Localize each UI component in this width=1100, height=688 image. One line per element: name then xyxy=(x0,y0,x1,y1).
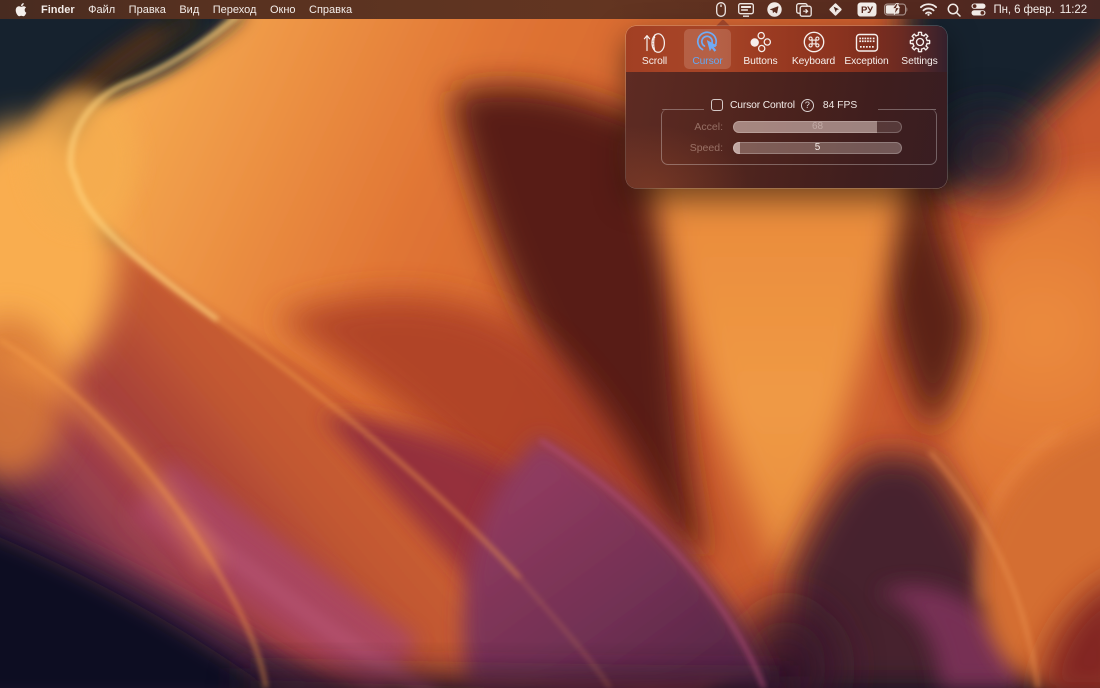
svg-text:РУ: РУ xyxy=(861,5,873,16)
